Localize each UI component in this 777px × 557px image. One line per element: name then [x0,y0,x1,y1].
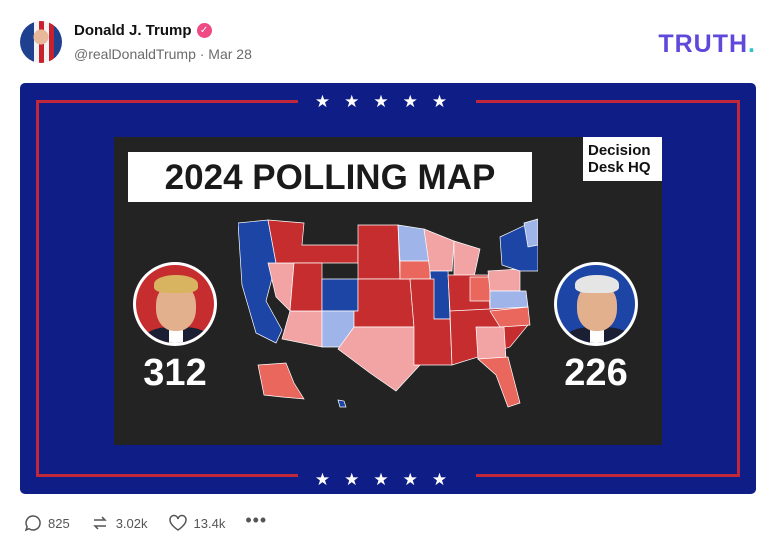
author-avatar[interactable] [20,21,62,63]
like-button[interactable]: 13.4k [168,514,226,532]
michigan-region [453,240,481,278]
stars-top: ★★★★★ [314,92,462,111]
like-count: 13.4k [193,515,226,531]
alaska-region [257,362,305,400]
retruth-button[interactable]: 3.02k [90,514,148,532]
frame-right [737,100,740,477]
reply-button[interactable]: 825 [24,514,70,532]
dakotas-region [357,224,401,280]
polling-map-panel: 2024 POLLING MAP Decision Desk HQ 312 22… [114,137,662,445]
author-name[interactable]: Donald J. Trump [74,22,192,39]
truth-logo: TRUTH. [658,30,756,59]
brand-dot: . [748,30,756,58]
decision-desk-logo: Decision Desk HQ [583,137,662,181]
repost-icon [90,514,110,532]
us-states-map [238,218,538,408]
left-electoral-count: 312 [143,352,207,394]
comment-icon [24,514,42,532]
post-image[interactable]: ★★★★★ ★★★★★ 2024 POLLING MAP Decision De… [20,83,756,494]
verified-badge-icon: ✓ [196,23,212,38]
colorado-region [321,278,359,312]
author-row: Donald J. Trump ✓ [74,22,212,39]
texas-region [337,326,421,392]
ohio-highlight-region [469,276,491,302]
more-options-icon[interactable]: ••• [245,511,267,529]
logo-line-1: Decision [588,142,651,159]
handle-and-date[interactable]: @realDonaldTrump · Mar 28 [74,46,252,62]
arizona-region [281,310,323,348]
pennsylvania-region [487,268,521,292]
portrait-hair [575,275,619,293]
map-title: 2024 POLLING MAP [128,152,532,202]
biden-portrait [554,262,638,346]
hawaii-region [337,399,347,408]
mountain-north-region [267,219,359,264]
utah-region [289,262,323,312]
logo-line-2: Desk HQ [588,159,651,176]
retruth-count: 3.02k [115,515,148,531]
iowa-region [399,260,431,280]
right-electoral-count: 226 [564,352,628,394]
brand-text: TRUTH [658,30,749,58]
nevada-region [267,262,295,312]
portrait-hair [154,275,198,293]
florida-region [477,356,521,408]
frame-left [36,100,39,477]
georgia-region [475,326,507,360]
reply-count: 825 [48,515,70,531]
stars-bottom: ★★★★★ [314,470,462,489]
plains-region [353,278,415,328]
heart-icon [168,514,188,532]
trump-portrait [133,262,217,346]
post-actions: 825 3.02k 13.4k ••• [24,511,267,532]
